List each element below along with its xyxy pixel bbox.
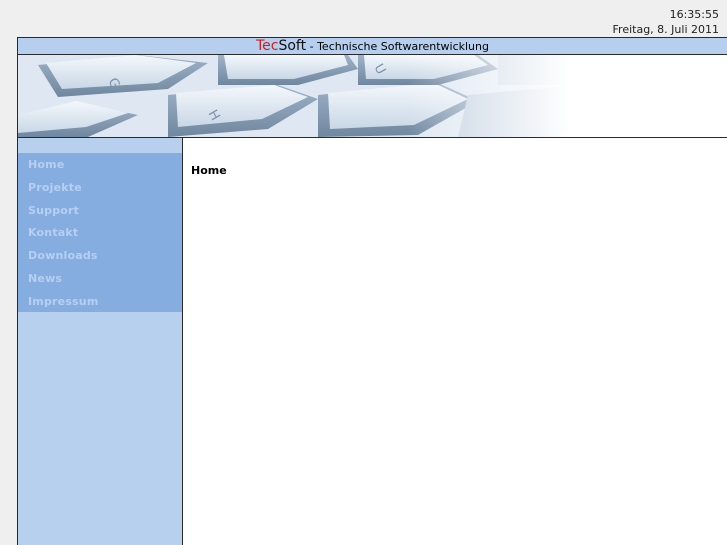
brand-name-tec: Tec <box>256 38 279 54</box>
page-frame: TecSoft - Technische Softwarentwicklung <box>17 37 727 545</box>
sidebar-item-news[interactable]: News <box>18 268 182 291</box>
sidebar-item-support[interactable]: Support <box>18 200 182 223</box>
page-title: Home <box>191 164 227 177</box>
clock-date: Freitag, 8. Juli 2011 <box>612 23 719 36</box>
keyboard-banner-image: G H U <box>18 55 727 138</box>
sidebar-item-downloads[interactable]: Downloads <box>18 245 182 268</box>
brand-tagline: - Technische Softwarentwicklung <box>306 40 489 53</box>
sidebar-item-projekte[interactable]: Projekte <box>18 177 182 200</box>
date-time-display: 16:35:55 Freitag, 8. Juli 2011 <box>613 7 719 37</box>
sidebar-item-home[interactable]: Home <box>18 154 182 177</box>
sidebar-item-kontakt[interactable]: Kontakt <box>18 222 182 245</box>
site-title-bar: TecSoft - Technische Softwarentwicklung <box>18 37 727 55</box>
sidebar-item-impressum[interactable]: Impressum <box>18 291 182 314</box>
sidebar-nav-menu: Home Projekte Support Kontakt Downloads … <box>18 153 182 312</box>
clock-time: 16:35:55 <box>669 8 719 21</box>
main-content: Home <box>182 138 727 545</box>
brand-name-soft: Soft <box>278 38 307 54</box>
sidebar: Home Projekte Support Kontakt Downloads … <box>18 138 182 545</box>
